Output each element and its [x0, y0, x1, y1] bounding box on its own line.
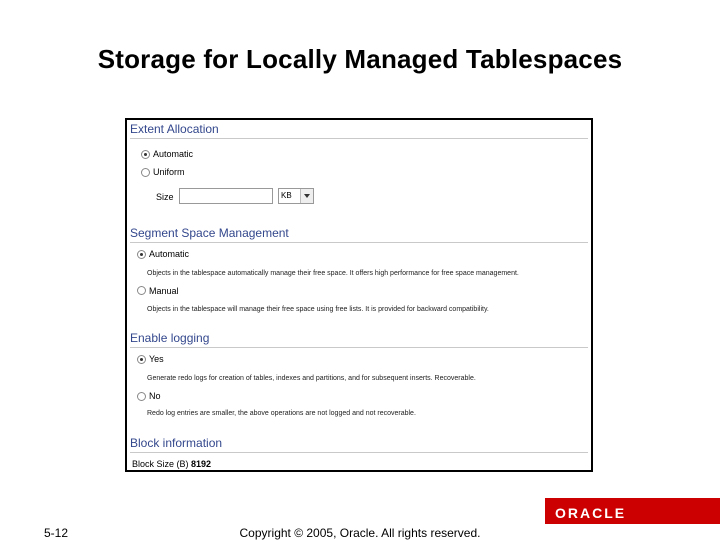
logging-no-label: No	[149, 391, 161, 401]
logging-no-description: Redo log entries are smaller, the above …	[147, 410, 416, 417]
block-size-label: Block Size (B)	[132, 459, 189, 469]
automatic-allocation-label: Automatic	[153, 149, 194, 159]
tablespace-storage-panel: Extent Allocation Automatic Uniform Size…	[125, 118, 593, 472]
chevron-down-icon	[300, 189, 313, 203]
size-unit-value: KB	[281, 191, 292, 200]
uniform-allocation-radio[interactable]	[141, 168, 150, 177]
uniform-allocation-label: Uniform	[153, 167, 185, 177]
logging-yes-label: Yes	[149, 354, 164, 364]
block-size-value: 8192	[191, 459, 212, 469]
extent-allocation-header: Extent Allocation	[130, 122, 588, 139]
manual-segment-radio[interactable]	[137, 286, 146, 295]
block-size-readout: Block Size (B) 8192	[132, 459, 211, 469]
footer-bar-mask	[0, 498, 545, 524]
manual-segment-label: Manual	[149, 286, 179, 296]
logging-no-radio[interactable]	[137, 392, 146, 401]
oracle-logo: ORACLE	[555, 505, 627, 521]
logging-yes-description: Generate redo logs for creation of table…	[147, 375, 476, 382]
automatic-segment-label: Automatic	[149, 249, 190, 259]
manual-segment-description: Objects in the tablespace will manage th…	[147, 306, 489, 313]
size-unit-select[interactable]: KB	[278, 188, 314, 204]
slide-title: Storage for Locally Managed Tablespaces	[97, 44, 623, 74]
size-input[interactable]	[179, 188, 273, 204]
automatic-segment-description: Objects in the tablespace automatically …	[147, 270, 519, 277]
automatic-segment-radio[interactable]	[137, 250, 146, 259]
segment-space-header: Segment Space Management	[130, 226, 588, 243]
logging-yes-radio[interactable]	[137, 355, 146, 364]
size-label: Size	[156, 192, 174, 202]
automatic-allocation-radio[interactable]	[141, 150, 150, 159]
enable-logging-header: Enable logging	[130, 331, 588, 348]
copyright-notice: Copyright © 2005, Oracle. All rights res…	[239, 526, 481, 540]
block-information-header: Block information	[130, 436, 588, 453]
